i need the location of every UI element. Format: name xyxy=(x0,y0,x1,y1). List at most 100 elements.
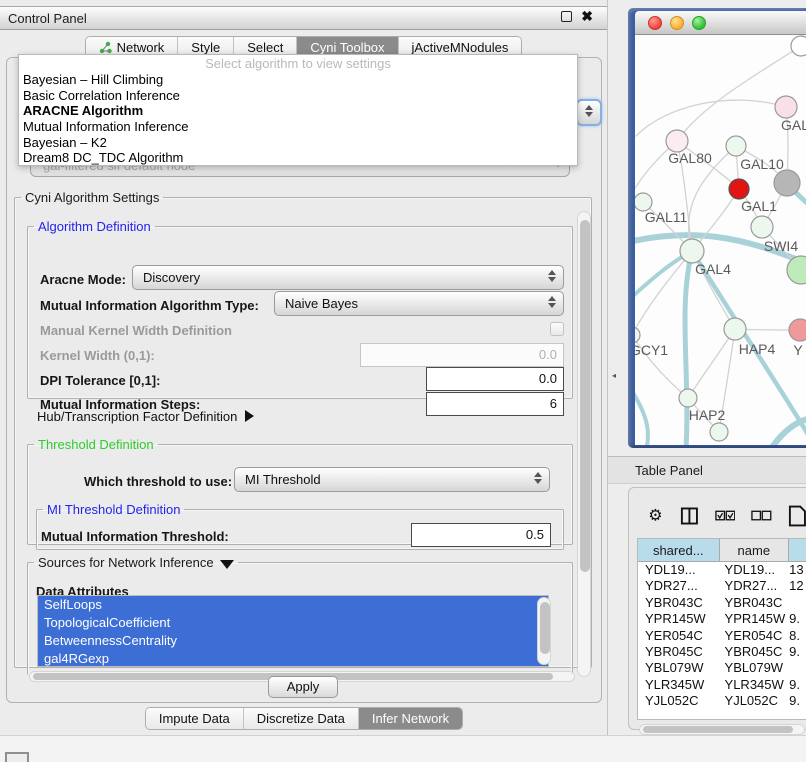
network-edge[interactable] xyxy=(688,329,735,398)
network-node[interactable] xyxy=(635,327,640,343)
inference-algorithm-combo-partial[interactable] xyxy=(576,99,602,126)
tab-impute-data[interactable]: Impute Data xyxy=(146,708,243,729)
table-header-row: shared... name xyxy=(638,539,806,562)
algorithm-dropdown-item[interactable]: Bayesian – Hill Climbing xyxy=(19,72,577,88)
table-row[interactable]: YBL079WYBL079W xyxy=(638,660,806,676)
network-node[interactable] xyxy=(666,130,688,152)
table-cell: YLR345W xyxy=(720,677,790,693)
network-node[interactable] xyxy=(751,216,773,238)
hub-transcription-section[interactable]: Hub/Transcription Factor Definition xyxy=(37,409,254,424)
split-pane-divider-handle[interactable]: ◂ xyxy=(612,371,617,380)
network-window-titlebar[interactable] xyxy=(635,11,806,35)
network-edge[interactable] xyxy=(636,100,786,136)
tab-jactivemnodules-label: jActiveMNodules xyxy=(412,40,509,55)
network-node[interactable] xyxy=(724,318,746,340)
network-node[interactable] xyxy=(729,179,749,199)
algorithm-dropdown-item[interactable]: Mutual Information Inference xyxy=(19,119,577,135)
algorithm-dropdown-item[interactable]: ARACNE Algorithm xyxy=(19,103,577,119)
network-node[interactable] xyxy=(726,136,746,156)
node-label: GAL1 xyxy=(741,198,777,214)
export-table-icon[interactable] xyxy=(788,505,806,527)
network-node[interactable] xyxy=(789,319,806,341)
mi-algorithm-type-label: Mutual Information Algorithm Type: xyxy=(40,298,259,313)
tab-impute-data-label: Impute Data xyxy=(159,711,230,726)
network-edge[interactable] xyxy=(770,418,806,445)
control-panel-title: Control Panel xyxy=(8,11,87,26)
data-attribute-item[interactable]: TopologicalCoefficient xyxy=(38,614,548,632)
data-attributes-list[interactable]: SelfLoopsTopologicalCoefficientBetweenne… xyxy=(37,595,549,667)
table-horizontal-scrollbar[interactable] xyxy=(639,724,805,735)
data-attribute-item[interactable]: BetweennessCentrality xyxy=(38,632,548,650)
table-row[interactable]: YDR27...YDR27...12 xyxy=(638,578,806,594)
table-cell: YJL052C xyxy=(638,693,720,709)
algorithm-dropdown-item[interactable]: Dream8 DC_TDC Algorithm xyxy=(19,150,577,166)
which-threshold-value: MI Threshold xyxy=(245,472,321,487)
table-cell: YLR345W xyxy=(638,677,720,693)
table-cell: 8. xyxy=(789,628,806,644)
algorithm-dropdown-item[interactable]: Basic Correlation Inference xyxy=(19,88,577,104)
network-node[interactable] xyxy=(775,96,797,118)
table-row[interactable]: YJL052CYJL052C9. xyxy=(638,693,806,709)
svg-text:⚙: ⚙ xyxy=(648,508,662,525)
float-panel-icon[interactable] xyxy=(561,11,572,22)
minimized-window-icon[interactable] xyxy=(5,752,29,762)
control-panel-titlebar: Control Panel ✖ xyxy=(0,6,607,30)
manual-kernel-width-checkbox[interactable] xyxy=(550,322,564,336)
table-cell: YBR043C xyxy=(638,595,720,611)
table-cell: YDR27... xyxy=(720,578,790,594)
tab-infer-network[interactable]: Infer Network xyxy=(358,708,462,729)
network-node[interactable] xyxy=(791,36,806,56)
node-label: GAL xyxy=(781,117,806,133)
algorithm-dropdown-popup: Select algorithm to view settings Bayesi… xyxy=(18,54,578,166)
table-cell: YJL052C xyxy=(720,693,790,709)
settings-scrollbar[interactable] xyxy=(577,211,591,677)
tab-discretize-data[interactable]: Discretize Data xyxy=(243,708,358,729)
network-node[interactable] xyxy=(774,170,800,196)
threshold-definition-group: Threshold Definition Which threshold to … xyxy=(27,437,573,545)
window-close-icon[interactable] xyxy=(648,16,662,30)
table-row[interactable]: YBR043CYBR043C xyxy=(638,595,806,611)
settings-gear-icon[interactable]: ⚙ xyxy=(647,507,664,525)
mi-steps-input[interactable]: 6 xyxy=(426,392,564,416)
network-node[interactable] xyxy=(787,256,806,284)
apply-button[interactable]: Apply xyxy=(268,676,338,698)
network-edge[interactable] xyxy=(635,373,648,445)
dpi-tolerance-input[interactable]: 0.0 xyxy=(426,367,564,391)
data-attribute-item[interactable]: gal4RGexp xyxy=(38,650,548,667)
column-view-icon[interactable] xyxy=(680,506,699,526)
node-label: HAP4 xyxy=(739,341,776,357)
algorithm-dropdown-item[interactable]: Bayesian – K2 xyxy=(19,135,577,151)
combo-stepper-icon xyxy=(547,296,556,308)
table-row[interactable]: YER054CYER054C8. xyxy=(638,628,806,644)
column-header-partial[interactable] xyxy=(789,539,806,561)
table-row[interactable]: YPR145WYPR145W9. xyxy=(638,611,806,627)
which-threshold-combo[interactable]: MI Threshold xyxy=(234,467,550,492)
select-all-checkboxes-icon[interactable] xyxy=(715,510,736,522)
algorithm-definition-group: Algorithm Definition Aracne Mode: Discov… xyxy=(27,219,573,399)
kernel-width-input[interactable]: 0.0 xyxy=(360,343,564,367)
table-cell: 9. xyxy=(789,677,806,693)
attributes-list-scrollbar[interactable] xyxy=(537,597,551,665)
window-minimize-icon[interactable] xyxy=(670,16,684,30)
mi-threshold-input[interactable]: 0.5 xyxy=(411,523,551,547)
cyni-algorithm-settings-group: Cyni Algorithm Settings Algorithm Defini… xyxy=(14,190,592,668)
table-row[interactable]: YBR045CYBR045C9. xyxy=(638,644,806,660)
table-row[interactable]: YLR345WYLR345W9. xyxy=(638,677,806,693)
column-header-name[interactable]: name xyxy=(720,539,790,561)
data-attribute-item[interactable]: SelfLoops xyxy=(38,596,548,614)
network-node[interactable] xyxy=(680,239,704,263)
table-cell: YBR045C xyxy=(638,644,720,660)
network-node[interactable] xyxy=(710,423,728,441)
window-zoom-icon[interactable] xyxy=(692,16,706,30)
table-row[interactable]: YDL19...YDL19...13 xyxy=(638,562,806,578)
close-panel-icon[interactable]: ✖ xyxy=(581,11,593,22)
column-header-shared-name[interactable]: shared... xyxy=(638,539,720,561)
network-node[interactable] xyxy=(679,389,697,407)
sources-title[interactable]: Sources for Network Inference xyxy=(34,555,238,570)
network-canvas[interactable]: GALGAL80GAL10GAL1GAL11SWI4GAL4GCY1HAP4YH… xyxy=(635,35,806,445)
table-cell xyxy=(789,595,806,611)
table-body: YDL19...YDL19...13YDR27...YDR27...12YBR0… xyxy=(638,562,806,710)
deselect-checkboxes-icon[interactable] xyxy=(751,510,772,522)
mi-algorithm-type-combo[interactable]: Naive Bayes xyxy=(274,291,564,316)
aracne-mode-combo[interactable]: Discovery xyxy=(132,265,564,290)
